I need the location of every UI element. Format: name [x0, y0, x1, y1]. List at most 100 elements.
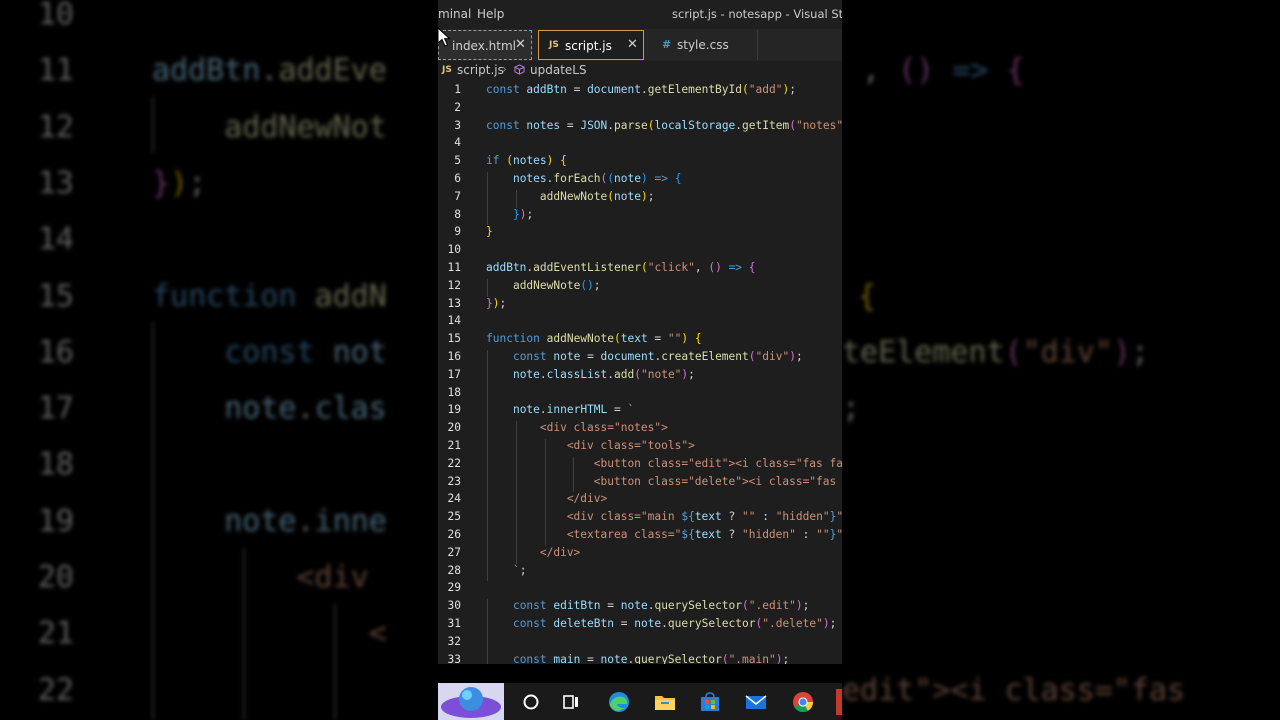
code-line[interactable]: 14 [438, 312, 842, 330]
code-line[interactable]: 10 [438, 241, 842, 259]
code-token: addBtn [526, 83, 567, 96]
code-line[interactable]: 27 </div> [438, 544, 842, 562]
breadcrumb-file[interactable]: script.js [457, 63, 504, 77]
code-line[interactable]: 28 `; [438, 562, 842, 580]
code-text: function addNewNote(text = "") { [486, 330, 702, 348]
code-token: ; [526, 207, 534, 221]
code-line[interactable]: 24 </div> [438, 490, 842, 508]
line-number: 19 [447, 403, 461, 417]
menu-help[interactable]: Help [477, 7, 504, 21]
menu-terminal[interactable]: minal [438, 7, 471, 21]
code-line[interactable]: 6 notes.forEach((note) => { [438, 170, 842, 188]
code-text: } [486, 223, 493, 241]
code-text: <div [152, 550, 368, 606]
code-text: const deleteBtn = note.querySelector(".d… [486, 615, 836, 633]
mail-icon[interactable] [743, 689, 769, 715]
code-token: ( [634, 367, 641, 381]
code-token: ) [681, 332, 695, 346]
file-explorer-icon[interactable] [652, 689, 678, 715]
code-token: addEventListener [533, 261, 641, 274]
code-line[interactable]: 13}); [438, 295, 842, 313]
code-token: . [539, 403, 547, 417]
task-view-icon[interactable] [558, 689, 584, 715]
code-line[interactable]: 21 <div class="tools"> [438, 437, 842, 455]
code-line[interactable]: 17 note.classList.add("note"); [438, 366, 842, 384]
code-line[interactable]: 11 addBtn.addEventListener("click", () =>… [438, 259, 842, 277]
code-line[interactable]: 29 [438, 579, 842, 597]
code-token: function [486, 332, 547, 346]
code-text: }); [486, 206, 533, 224]
code-line[interactable]: 4 [438, 134, 842, 152]
code-token: } [486, 296, 493, 310]
code-token: inne [314, 503, 387, 539]
code-token: < [152, 616, 387, 652]
line-number: 18 [447, 385, 461, 399]
line-number: 13 [447, 296, 461, 310]
code-line[interactable]: 8 }); [438, 206, 842, 224]
tab-style-css[interactable]: # style.css [648, 30, 758, 60]
code-token: : [755, 510, 776, 524]
code-token: . [539, 367, 547, 381]
code-line[interactable]: 30 const editBtn = note.querySelector(".… [438, 597, 842, 615]
code-token: "" [667, 332, 682, 346]
code-token: ( [506, 154, 513, 168]
tab-script-js[interactable]: JS script.js ✕ [538, 30, 644, 60]
code-line[interactable]: 5 if (notes) { [438, 152, 842, 170]
code-line[interactable]: 33 const main = note.querySelector(".mai… [438, 651, 842, 664]
code-token: note [620, 599, 648, 613]
code-token: addBtn [486, 261, 527, 274]
code-token: <button class="edit"><i class="fas fa-ed… [593, 456, 842, 470]
code-line[interactable]: 19 note.innerHTML = ` [438, 401, 842, 419]
line-number: 28 [447, 563, 461, 577]
code-token: ( [748, 350, 756, 363]
code-line[interactable]: 7 addNewNote(note); [438, 188, 842, 206]
code-line[interactable]: 3 const notes = JSON.parse(localStorage.g… [438, 117, 842, 135]
code-line[interactable]: 18 [438, 384, 842, 402]
chrome-icon[interactable] [790, 689, 816, 715]
code-line[interactable]: 31 const deleteBtn = note.querySelector(… [438, 615, 842, 633]
taskbar-overflow-icon [836, 689, 842, 715]
code-token: "hidden" [741, 528, 796, 541]
code-editor[interactable]: 1 const addBtn = document.getElementById(… [438, 81, 842, 664]
line-number: 18 [37, 447, 74, 483]
code-line[interactable]: 9} [438, 223, 842, 241]
code-token: forEach [553, 172, 601, 185]
code-token: ".main" [728, 652, 776, 664]
taskbar [438, 683, 842, 720]
store-icon[interactable] [697, 689, 723, 715]
code-line[interactable]: 16 const note = document.createElement("… [438, 348, 842, 366]
code-token: ; [593, 278, 601, 292]
close-icon[interactable]: ✕ [515, 37, 526, 52]
code-line[interactable]: 12 addNewNote(); [438, 277, 842, 295]
line-number: 12 [447, 278, 461, 292]
code-token: ; [782, 652, 790, 664]
close-icon[interactable]: ✕ [627, 37, 638, 52]
cortana-circle-icon[interactable] [518, 689, 544, 715]
edge-icon[interactable] [606, 689, 632, 715]
line-number: 33 [447, 652, 461, 664]
code-token: "></div> [836, 510, 842, 523]
code-token: parse [614, 118, 648, 132]
code-line[interactable]: 32 [438, 633, 842, 651]
code-text: { [858, 269, 876, 325]
code-line[interactable]: 25 <div class="main ${text ? "" : "hidde… [438, 508, 842, 526]
code-line[interactable]: 22 <button class="edit"><i class="fas fa… [438, 455, 842, 473]
code-token: <button class="delete"><i class="fas fa-… [593, 474, 837, 488]
code-token: "click" [647, 261, 695, 274]
code-line[interactable]: 15 function addNewNote(text = "") { [438, 330, 842, 348]
code-line[interactable]: 26 <textarea class="${text ? "hidden" : … [438, 526, 842, 544]
code-token: ; [795, 350, 803, 363]
breadcrumb-symbol[interactable]: updateLS [530, 63, 587, 77]
tab-index-html[interactable]: index.html ✕ [438, 30, 532, 60]
code-line[interactable]: 1 const addBtn = document.getElementById(… [438, 81, 842, 99]
code-line[interactable]: 23 <button class="delete"><i class="fas … [438, 473, 842, 491]
code-line[interactable]: 2 [438, 99, 842, 117]
code-line[interactable]: 20 <div class="notes"> [438, 419, 842, 437]
widgets-icon[interactable] [438, 683, 504, 720]
code-token: ) [492, 296, 500, 310]
